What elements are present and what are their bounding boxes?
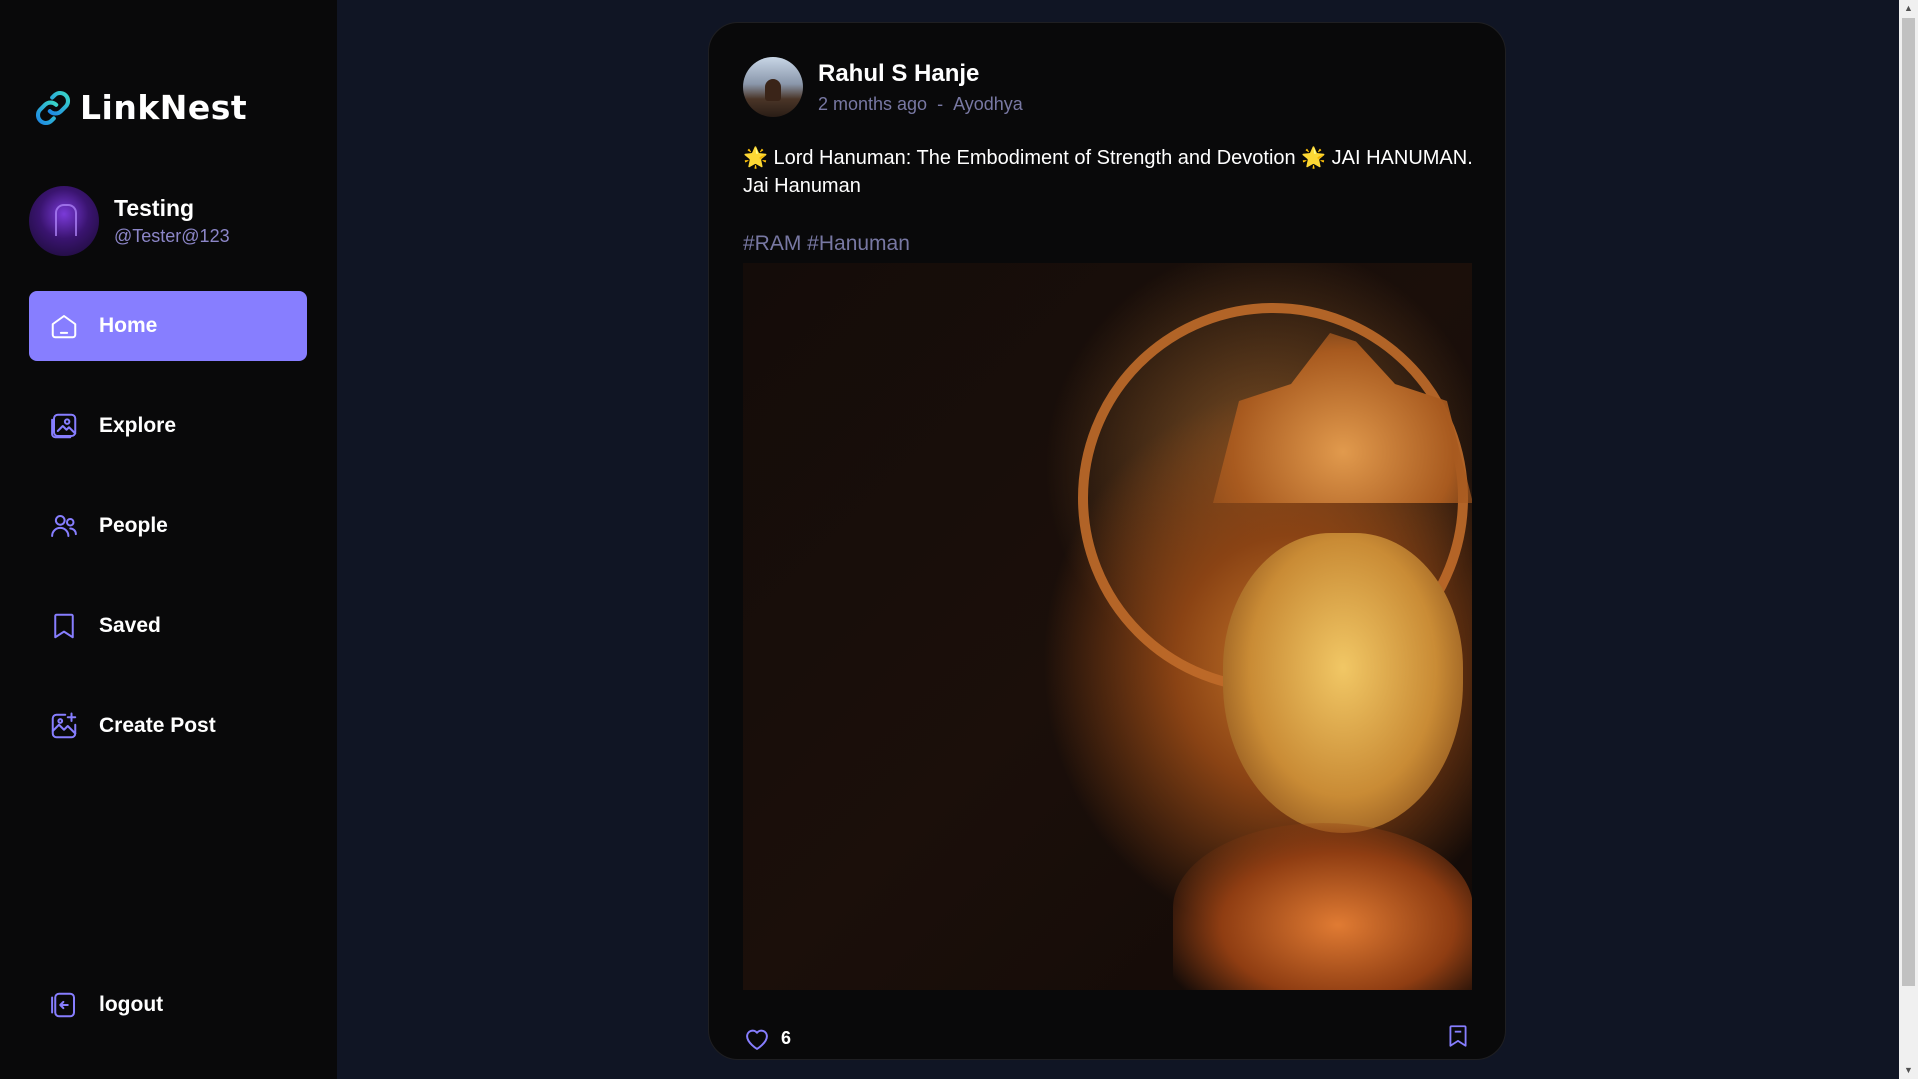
home-icon bbox=[51, 315, 77, 339]
logo[interactable]: LinkNest bbox=[34, 88, 247, 127]
bookmark-icon bbox=[1449, 1025, 1467, 1047]
nav-label-create-post: Create Post bbox=[99, 714, 216, 737]
nav-label-saved: Saved bbox=[99, 614, 161, 637]
nav-label-explore: Explore bbox=[99, 414, 177, 437]
save-post-button[interactable] bbox=[1445, 1023, 1471, 1054]
post-card: Rahul S Hanje 2 months ago - Ayodhya 🌟 L… bbox=[708, 22, 1506, 1060]
post-location: Ayodhya bbox=[953, 93, 1023, 114]
nav-label-home: Home bbox=[99, 314, 158, 337]
like-button[interactable]: 6 bbox=[743, 1025, 791, 1053]
heart-icon bbox=[746, 1029, 768, 1050]
post-header: Rahul S Hanje 2 months ago - Ayodhya bbox=[743, 57, 1023, 117]
meta-separator: - bbox=[937, 93, 944, 114]
logout-label: logout bbox=[99, 993, 164, 1016]
page-scrollbar[interactable]: ▲ ▼ bbox=[1899, 0, 1918, 1079]
scroll-thumb[interactable] bbox=[1902, 18, 1915, 986]
post-image[interactable] bbox=[743, 263, 1472, 990]
logout-icon bbox=[51, 992, 75, 1018]
post-time: 2 months ago bbox=[818, 93, 928, 114]
post-meta: 2 months ago - Ayodhya bbox=[818, 94, 1023, 115]
nav-item-saved[interactable]: Saved bbox=[29, 591, 307, 661]
gallery-icon bbox=[51, 413, 77, 439]
people-icon bbox=[51, 515, 77, 537]
main-nav: Home Explore People Saved Create Post bbox=[29, 291, 307, 791]
nav-item-home[interactable]: Home bbox=[29, 291, 307, 361]
profile-handle: @Tester@123 bbox=[114, 226, 230, 246]
post-tags: #RAM #Hanuman bbox=[743, 232, 910, 255]
author-avatar[interactable] bbox=[743, 57, 803, 117]
image-face bbox=[1223, 533, 1463, 833]
nav-item-create-post[interactable]: Create Post bbox=[29, 691, 307, 761]
post-footer: 6 bbox=[743, 1023, 1471, 1054]
scroll-up-arrow-icon[interactable]: ▲ bbox=[1899, 0, 1918, 17]
scroll-down-arrow-icon[interactable]: ▼ bbox=[1899, 1062, 1918, 1079]
sidebar: LinkNest Testing @Tester@123 Home Explor… bbox=[0, 0, 337, 1079]
add-image-icon bbox=[51, 712, 77, 739]
image-necklace bbox=[1173, 823, 1472, 990]
user-profile[interactable]: Testing @Tester@123 bbox=[29, 186, 230, 256]
like-count: 6 bbox=[781, 1028, 792, 1048]
nav-label-people: People bbox=[99, 514, 168, 537]
nav-item-explore[interactable]: Explore bbox=[29, 391, 307, 461]
bookmark-icon bbox=[54, 613, 74, 639]
logout-button[interactable]: logout bbox=[49, 990, 163, 1020]
author-name[interactable]: Rahul S Hanje bbox=[818, 60, 1023, 88]
profile-name: Testing bbox=[114, 195, 195, 221]
nav-item-people[interactable]: People bbox=[29, 491, 307, 561]
app-name: LinkNest bbox=[80, 88, 248, 127]
avatar[interactable] bbox=[29, 186, 99, 256]
link-icon bbox=[35, 90, 71, 125]
post-caption: 🌟 Lord Hanuman: The Embodiment of Streng… bbox=[743, 147, 1473, 197]
